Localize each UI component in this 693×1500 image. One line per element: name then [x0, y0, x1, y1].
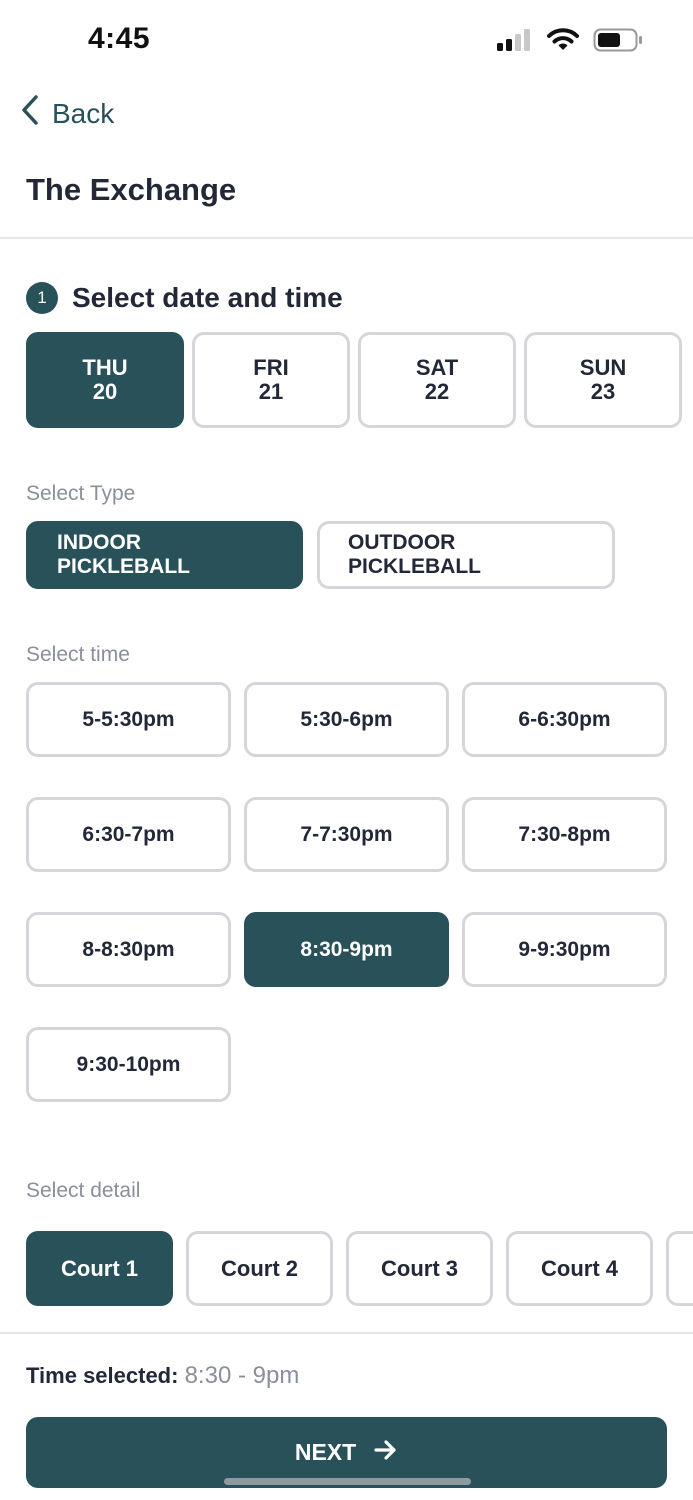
arrow-right-icon: [374, 1439, 398, 1467]
home-indicator: [224, 1478, 471, 1485]
court-chip-4[interactable]: Court 4: [506, 1231, 653, 1306]
cellular-signal-icon: [497, 29, 533, 56]
status-icons: [497, 28, 643, 57]
court-selector[interactable]: Court 1 Court 2 Court 3 Court 4: [26, 1231, 693, 1306]
date-number: 23: [590, 379, 616, 404]
time-slot[interactable]: 8-8:30pm: [26, 912, 231, 987]
date-day: FRI: [253, 355, 289, 380]
header-divider: [0, 237, 693, 239]
time-slot[interactable]: 7:30-8pm: [462, 797, 667, 872]
step-number-badge: 1: [26, 282, 58, 314]
date-chip-fri[interactable]: FRI 21: [192, 332, 350, 428]
time-slot[interactable]: 6-6:30pm: [462, 682, 667, 757]
chevron-left-icon: [20, 94, 40, 133]
step-heading: 1 Select date and time: [26, 282, 343, 314]
date-number: 22: [424, 379, 450, 404]
status-time: 4:45: [88, 22, 151, 55]
battery-icon: [593, 28, 643, 57]
type-indoor-pickleball[interactable]: INDOOR PICKLEBALL: [26, 521, 303, 589]
select-type-label: Select Type: [26, 482, 136, 505]
court-chip-5-partial[interactable]: [666, 1231, 693, 1306]
date-number: 21: [258, 379, 284, 404]
date-day: SUN: [579, 355, 627, 380]
date-chip-thu[interactable]: THU 20: [26, 332, 184, 428]
time-slot[interactable]: 5:30-6pm: [244, 682, 449, 757]
type-outdoor-pickleball[interactable]: OUTDOOR PICKLEBALL: [317, 521, 615, 589]
type-selector: INDOOR PICKLEBALL OUTDOOR PICKLEBALL: [26, 521, 615, 589]
select-time-label: Select time: [26, 643, 130, 666]
time-slot[interactable]: 5-5:30pm: [26, 682, 231, 757]
date-number: 20: [92, 379, 118, 404]
back-button[interactable]: Back: [20, 94, 114, 133]
time-selected-value: 8:30 - 9pm: [184, 1362, 300, 1389]
court-chip-2[interactable]: Court 2: [186, 1231, 333, 1306]
time-slot-selected[interactable]: 8:30-9pm: [244, 912, 449, 987]
date-selector: THU 20 FRI 21 SAT 22 SUN 23: [26, 332, 682, 428]
court-chip-1[interactable]: Court 1: [26, 1231, 173, 1306]
select-detail-label: Select detail: [26, 1179, 141, 1202]
next-label: NEXT: [294, 1439, 357, 1465]
time-slot[interactable]: 9:30-10pm: [26, 1027, 231, 1102]
footer-divider: [0, 1332, 693, 1334]
time-slot[interactable]: 9-9:30pm: [462, 912, 667, 987]
step-title: Select date and time: [72, 282, 343, 313]
wifi-icon: [547, 28, 579, 57]
date-chip-sat[interactable]: SAT 22: [358, 332, 516, 428]
court-chip-3[interactable]: Court 3: [346, 1231, 493, 1306]
time-selected-label: Time selected:: [26, 1363, 179, 1388]
back-label: Back: [52, 97, 115, 129]
time-slot[interactable]: 6:30-7pm: [26, 797, 231, 872]
page-title: The Exchange: [26, 172, 237, 207]
time-slot-grid: 5-5:30pm 5:30-6pm 6-6:30pm 6:30-7pm 7-7:…: [26, 682, 668, 1102]
time-selected-summary: Time selected: 8:30 - 9pm: [26, 1362, 299, 1390]
time-slot[interactable]: 7-7:30pm: [244, 797, 449, 872]
date-day: THU: [82, 355, 128, 380]
date-chip-sun[interactable]: SUN 23: [524, 332, 682, 428]
date-day: SAT: [415, 355, 459, 380]
